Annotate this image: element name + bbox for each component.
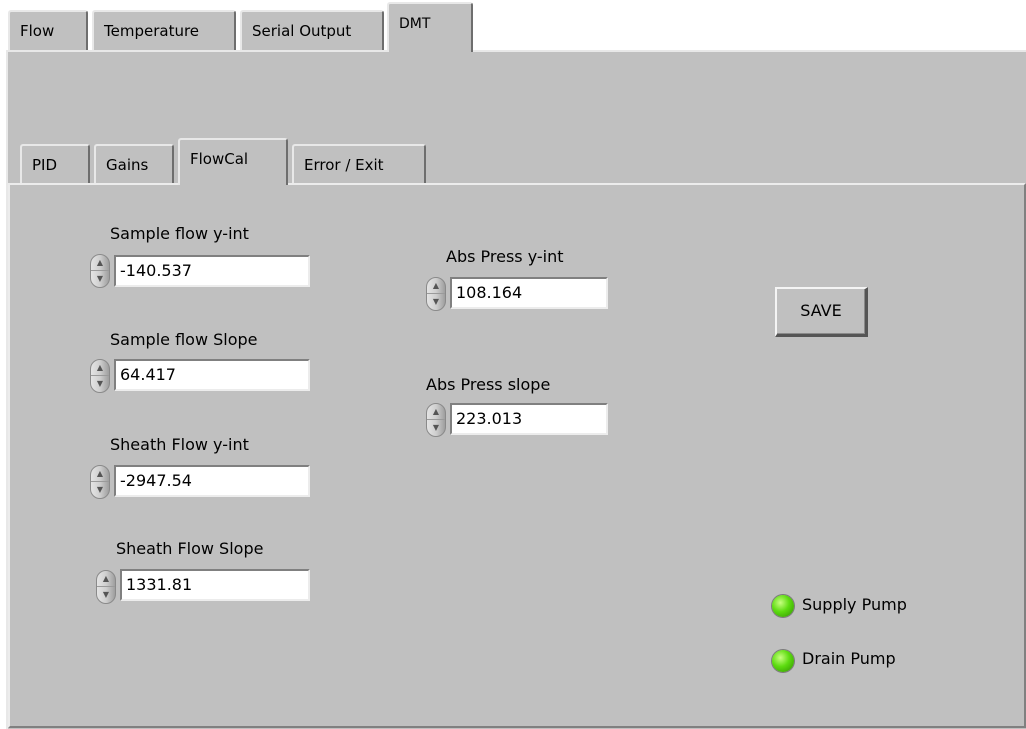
decrement-arrow-icon[interactable]: ▼ bbox=[97, 587, 115, 603]
abs-press-yint-label: Abs Press y-int bbox=[446, 247, 564, 266]
tab-label: DMT bbox=[399, 16, 431, 32]
decrement-arrow-icon[interactable]: ▼ bbox=[91, 376, 109, 392]
tab-label: Serial Output bbox=[252, 22, 352, 40]
tab-label: Error / Exit bbox=[304, 156, 384, 174]
tab-label: Gains bbox=[106, 156, 149, 174]
app-window: Flow Temperature Serial Output DMT PID G… bbox=[0, 0, 1026, 729]
sheath-flow-yint-label: Sheath Flow y-int bbox=[110, 435, 249, 454]
supply-pump-label: Supply Pump bbox=[802, 595, 907, 614]
sheath-flow-yint-input[interactable]: -2947.54 bbox=[114, 465, 310, 497]
tab-temperature[interactable]: Temperature bbox=[92, 10, 236, 52]
abs-press-slope-input[interactable]: 223.013 bbox=[450, 403, 608, 435]
tab-serial-output[interactable]: Serial Output bbox=[240, 10, 384, 52]
increment-arrow-icon[interactable]: ▲ bbox=[91, 466, 109, 482]
sample-flow-slope-input[interactable]: 64.417 bbox=[114, 359, 310, 391]
sample-flow-slope-spinner[interactable]: ▲ ▼ bbox=[90, 359, 110, 393]
tab-error-exit[interactable]: Error / Exit bbox=[292, 144, 426, 184]
tab-dmt[interactable]: DMT bbox=[387, 2, 473, 52]
drain-pump-label: Drain Pump bbox=[802, 649, 896, 668]
decrement-arrow-icon[interactable]: ▼ bbox=[427, 420, 445, 436]
tab-flowcal[interactable]: FlowCal bbox=[178, 138, 288, 185]
sheath-flow-yint-spinner[interactable]: ▲ ▼ bbox=[90, 465, 110, 499]
increment-arrow-icon[interactable]: ▲ bbox=[97, 571, 115, 587]
increment-arrow-icon[interactable]: ▲ bbox=[427, 278, 445, 294]
sheath-flow-slope-spinner[interactable]: ▲ ▼ bbox=[96, 570, 116, 604]
increment-arrow-icon[interactable]: ▲ bbox=[91, 255, 109, 271]
tab-label: PID bbox=[32, 156, 58, 174]
tab-flow[interactable]: Flow bbox=[8, 10, 88, 52]
sheath-flow-slope-input[interactable]: 1331.81 bbox=[120, 569, 310, 601]
decrement-arrow-icon[interactable]: ▼ bbox=[91, 271, 109, 287]
sample-flow-yint-label: Sample flow y-int bbox=[110, 224, 249, 243]
sample-flow-slope-label: Sample flow Slope bbox=[110, 330, 258, 349]
abs-press-slope-label: Abs Press slope bbox=[426, 375, 551, 394]
sample-flow-yint-input[interactable]: -140.537 bbox=[114, 255, 310, 287]
tab-label: Flow bbox=[20, 22, 55, 40]
sample-flow-yint-spinner[interactable]: ▲ ▼ bbox=[90, 254, 110, 288]
decrement-arrow-icon[interactable]: ▼ bbox=[91, 482, 109, 498]
decrement-arrow-icon[interactable]: ▼ bbox=[427, 294, 445, 310]
flowcal-panel: Sample flow y-int ▲ ▼ -140.537 Sample fl… bbox=[8, 183, 1026, 728]
abs-press-yint-input[interactable]: 108.164 bbox=[450, 277, 608, 309]
save-button[interactable]: SAVE bbox=[775, 287, 868, 337]
tab-label: FlowCal bbox=[190, 150, 249, 168]
supply-pump-led-icon bbox=[772, 595, 794, 617]
tab-gains[interactable]: Gains bbox=[94, 144, 174, 184]
tab-label: Temperature bbox=[104, 22, 200, 40]
increment-arrow-icon[interactable]: ▲ bbox=[91, 360, 109, 376]
drain-pump-led-icon bbox=[772, 650, 794, 672]
abs-press-yint-spinner[interactable]: ▲ ▼ bbox=[426, 277, 446, 311]
tab-pid[interactable]: PID bbox=[20, 144, 90, 184]
increment-arrow-icon[interactable]: ▲ bbox=[427, 404, 445, 420]
sheath-flow-slope-label: Sheath Flow Slope bbox=[116, 539, 264, 558]
abs-press-slope-spinner[interactable]: ▲ ▼ bbox=[426, 403, 446, 437]
